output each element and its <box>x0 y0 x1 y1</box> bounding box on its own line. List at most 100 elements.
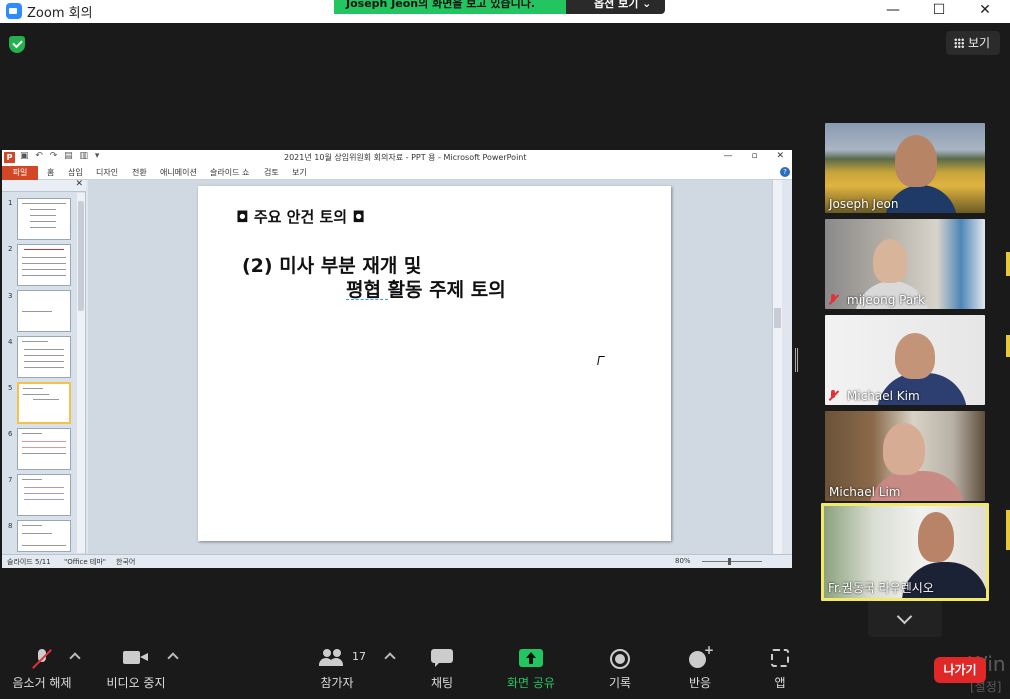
ppt-zoom-level: 80% <box>675 557 691 565</box>
participant-tile[interactable]: Joseph Jeon <box>825 123 985 213</box>
participant-video <box>895 135 937 187</box>
grid-icon <box>954 38 964 48</box>
ppt-thumbnail-scrollbar <box>77 193 85 553</box>
chat-label: 채팅 <box>430 676 454 690</box>
mic-muted-icon <box>828 294 838 305</box>
ppt-slide-scrollbar <box>772 180 782 554</box>
stop-video-button[interactable]: 비디오 중지 <box>100 640 172 699</box>
participant-name: Michael Lim <box>829 485 901 499</box>
record-button[interactable]: 기록 <box>594 640 646 699</box>
participants-label: 참가자 <box>320 676 354 690</box>
ppt-theme-name: "Office 테마" <box>64 558 106 566</box>
spellcheck-underline <box>346 298 388 300</box>
participant-name: mijeong Park <box>847 293 926 307</box>
record-icon <box>610 649 630 669</box>
participant-tile-active-speaker[interactable]: Fr.권동국 라우렌시오 <box>821 503 989 601</box>
participant-video <box>895 333 935 379</box>
slide-thumbnail-6 <box>17 428 71 470</box>
apps-icon <box>771 649 789 667</box>
participants-icon <box>319 649 343 667</box>
participants-options-chevron-icon[interactable] <box>384 652 396 664</box>
view-options-button[interactable]: 옵션 보기 ⌄ <box>566 0 665 14</box>
thumb-number: 6 <box>8 430 13 438</box>
window-title: Zoom 회의 <box>27 6 93 21</box>
participant-video <box>883 423 925 475</box>
slide-thumbnail-1 <box>17 198 71 240</box>
ppt-quick-access-toolbar: ▣ ↶ ↷ ▤ ▥ ▾ <box>20 151 102 161</box>
ppt-document-title: 2021년 10월 상임위원회 회의자료 - PPT 용 - Microsoft… <box>284 153 527 162</box>
view-layout-button[interactable]: 보기 <box>946 31 1000 55</box>
chat-bubble-icon <box>431 649 453 667</box>
participant-tile[interactable]: mijeong Park <box>825 219 985 309</box>
thumb-number: 1 <box>8 199 13 207</box>
slide-heading: ◘ 주요 안건 토의 ◘ <box>236 208 365 226</box>
participant-name: Fr.권동국 라우렌시오 <box>828 581 934 595</box>
screen-share-banner: Joseph Jeon의 화면을 보고 있습니다. <box>334 0 566 14</box>
ppt-thumbnail-tabs: ✕ <box>2 179 86 192</box>
slide-thumbnail-5-selected <box>17 382 71 424</box>
edge-accent <box>1006 510 1010 550</box>
current-slide: ◘ 주요 안건 토의 ◘ (2) 미사 부분 재개 및 평협 활동 주제 토의 <box>198 186 671 541</box>
stop-video-label: 비디오 중지 <box>106 676 166 690</box>
ppt-thumb-close-icon: ✕ <box>75 179 83 189</box>
thumb-number: 2 <box>8 245 13 253</box>
microphone-muted-icon <box>35 649 49 669</box>
participant-name: Joseph Jeon <box>829 197 899 211</box>
participant-count: 17 <box>352 650 366 663</box>
slide-thumbnail-3 <box>17 290 71 332</box>
ppt-zoom-thumb <box>728 558 731 565</box>
participant-video <box>918 512 954 562</box>
participants-scroll-down-button[interactable] <box>868 601 942 637</box>
panel-resize-handle[interactable] <box>795 348 798 372</box>
close-button[interactable]: ✕ <box>962 0 1008 23</box>
ppt-ribbon-tabs: 파일 홈 삽입 디자인 전환 애니메이션 슬라이드 쇼 검토 보기 ? <box>2 166 792 180</box>
share-screen-button[interactable]: 화면 공유 <box>498 640 564 699</box>
ppt-titlebar: P ▣ ↶ ↷ ▤ ▥ ▾ 2021년 10월 상임위원회 회의자료 - PPT… <box>2 150 792 166</box>
zoom-logo-icon <box>6 3 22 19</box>
mic-muted-icon <box>828 390 838 401</box>
slide-thumbnail-4 <box>17 336 71 378</box>
thumb-number: 5 <box>8 384 13 392</box>
slide-thumbnail-8 <box>17 520 71 552</box>
meeting-toolbar: 음소거 해제 비디오 중지 참가자 17 채팅 화면 공유 기록 반응 앱 <box>0 640 1010 699</box>
shared-screen-powerpoint: P ▣ ↶ ↷ ▤ ▥ ▾ 2021년 10월 상임위원회 회의자료 - PPT… <box>2 150 792 568</box>
maximize-button[interactable]: ☐ <box>916 0 962 23</box>
apps-label: 앱 <box>774 676 786 690</box>
thumb-number: 3 <box>8 292 13 300</box>
ppt-help-icon: ? <box>780 167 790 177</box>
ppt-slide-thumbnails: ✕ 1 2 3 4 5 6 7 8 <box>2 179 86 554</box>
ppt-tab-animations: 애니메이션 <box>160 168 197 177</box>
participants-button[interactable]: 참가자 <box>306 640 368 699</box>
ppt-slide-position: 슬라이드 5/11 <box>7 558 51 566</box>
slide-thumbnail-2 <box>17 244 71 286</box>
smiley-plus-icon <box>689 643 714 669</box>
ppt-tab-insert: 삽입 <box>68 168 83 177</box>
edge-accent <box>1006 252 1010 276</box>
thumb-number: 7 <box>8 476 13 484</box>
slide-thumbnail-7 <box>17 474 71 516</box>
participant-name: Michael Kim <box>847 389 920 403</box>
reactions-label: 반응 <box>688 676 712 690</box>
leave-meeting-button[interactable]: 나가기 <box>934 657 986 683</box>
reactions-button[interactable]: 반응 <box>674 640 726 699</box>
ppt-tab-slideshow: 슬라이드 쇼 <box>210 168 250 177</box>
ppt-tab-file: 파일 <box>2 166 38 180</box>
participant-video <box>873 239 907 283</box>
share-screen-label: 화면 공유 <box>507 676 555 690</box>
chat-button[interactable]: 채팅 <box>414 640 470 699</box>
edge-accent <box>1006 335 1010 357</box>
participant-tile[interactable]: Michael Lim <box>825 411 985 501</box>
minimize-button[interactable]: — <box>870 0 916 23</box>
unmute-button[interactable]: 음소거 해제 <box>6 640 78 699</box>
ppt-status-bar: 슬라이드 5/11 "Office 테마" 한국어 80% <box>2 554 792 568</box>
unmute-label: 음소거 해제 <box>12 676 72 690</box>
apps-button[interactable]: 앱 <box>756 640 804 699</box>
ppt-tab-review: 검토 <box>264 168 279 177</box>
ppt-language: 한국어 <box>116 558 136 566</box>
ppt-tab-home: 홈 <box>47 168 55 177</box>
security-shield-icon[interactable] <box>9 36 25 53</box>
participant-tile[interactable]: Michael Kim <box>825 315 985 405</box>
thumb-number: 4 <box>8 338 13 346</box>
ppt-tab-design: 디자인 <box>96 168 119 177</box>
powerpoint-logo-icon: P <box>4 152 15 163</box>
